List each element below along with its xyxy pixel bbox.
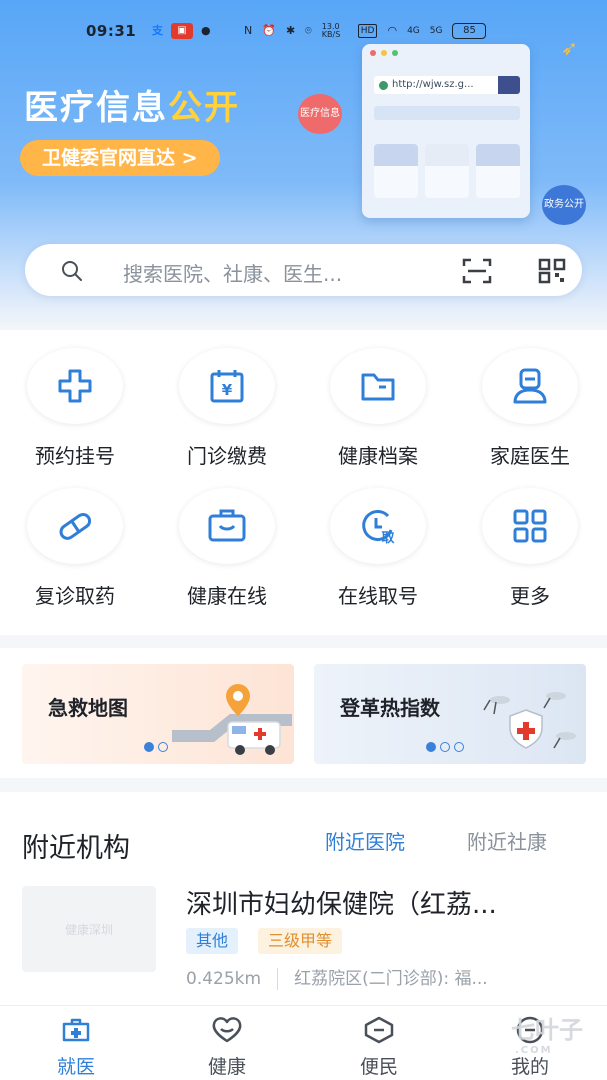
qr-code-icon[interactable] <box>538 258 566 284</box>
mosquito-shield-icon <box>483 692 576 749</box>
hospital-distance: 0.425km <box>186 969 262 989</box>
service-label: 预约挂号 <box>35 444 115 468</box>
watermark: 七叶子 .COM <box>455 1010 595 1070</box>
system-icons: N ⏰ ✱ ⌾ 13.0 KB/S HD ◠ 4G 5G 85 <box>244 22 487 39</box>
browser-url-bar: http://wjw.sz.g... <box>374 76 520 94</box>
service-online-health[interactable]: 健康在线 <box>167 488 287 609</box>
tab-convenience[interactable]: 便民 <box>329 1016 429 1079</box>
service-payment[interactable]: ¥ 门诊缴费 <box>167 348 287 469</box>
alarm-icon: ⏰ <box>262 24 276 37</box>
service-more[interactable]: 更多 <box>470 488 590 609</box>
tab-health[interactable]: 健康 <box>177 1016 277 1079</box>
gov-affairs-bubble: 政务公开 <box>542 185 586 225</box>
watermark-text: 七叶子 <box>511 1016 583 1044</box>
heart-icon <box>212 1017 242 1043</box>
hospital-name[interactable]: 深圳市妇幼保健院（红荔... <box>186 884 586 921</box>
hospital-thumbnail[interactable]: 健康深圳 <box>22 886 156 972</box>
network-speed: 13.0 KB/S <box>321 22 341 39</box>
folder-icon <box>361 373 395 401</box>
service-grid: 预约挂号 ¥ 门诊缴费 健康档案 家庭医生 复诊取药 健康在线 取 在线取号 更… <box>0 330 607 635</box>
tab-nearby-community[interactable]: 附近社康 <box>467 826 547 855</box>
service-online-queue[interactable]: 取 在线取号 <box>318 488 438 609</box>
battery-indicator: 85 <box>452 23 487 39</box>
app-badge-icon: ▣ <box>171 23 193 39</box>
dot-icon: ● <box>201 24 211 37</box>
pill-icon <box>59 512 92 540</box>
browser-content-bar <box>374 106 520 120</box>
search-icon <box>62 261 82 281</box>
hospital-cross-icon <box>58 369 92 403</box>
service-label: 更多 <box>510 584 550 608</box>
tab-nearby-hospitals[interactable]: 附近医院 <box>325 826 405 855</box>
tab-label: 就医 <box>56 1056 95 1078</box>
hero-title-accent: 公开 <box>168 88 240 128</box>
service-health-record[interactable]: 健康档案 <box>318 348 438 469</box>
svg-text:¥: ¥ <box>222 381 233 399</box>
clock-queue-icon: 取 <box>362 510 395 546</box>
service-label: 健康在线 <box>187 584 267 608</box>
service-label: 健康档案 <box>338 444 418 468</box>
signal-5g: 5G <box>429 26 443 36</box>
nfc-icon: N <box>244 24 253 37</box>
first-aid-map-banner[interactable]: 急救地图 <box>22 664 294 764</box>
watermark-domain: .COM <box>515 1045 553 1056</box>
banner-title: 急救地图 <box>48 696 128 720</box>
medical-info-bubble: 医疗信息 <box>298 94 342 134</box>
convenience-icon <box>364 1016 394 1044</box>
nearby-title: 附近机构 <box>22 833 130 864</box>
search-bar[interactable]: 搜索医院、社康、医生... <box>25 244 582 296</box>
rocket-icon: ➶ <box>561 36 578 60</box>
browser-illustration: http://wjw.sz.g... <box>362 44 530 218</box>
medical-kit-icon <box>62 1018 90 1042</box>
service-label: 家庭医生 <box>490 444 570 468</box>
tab-medical[interactable]: 就医 <box>26 1016 126 1079</box>
wifi-icon: ◠ <box>387 24 398 37</box>
hospital-type-tag: 其他 <box>186 928 239 954</box>
signal-4g: 4G <box>407 26 420 36</box>
hospital-level-tag: 三级甲等 <box>258 928 343 954</box>
payment-calendar-icon: ¥ <box>210 370 244 403</box>
service-family-doctor[interactable]: 家庭医生 <box>470 348 590 469</box>
hospital-meta: 0.425km 红荔院区(二门诊部): 福... <box>186 964 488 990</box>
thumbnail-logo-text: 健康深圳 <box>64 922 113 937</box>
service-appointment[interactable]: 预约挂号 <box>15 348 135 469</box>
service-refill[interactable]: 复诊取药 <box>15 488 135 609</box>
briefcase-icon <box>208 509 246 542</box>
promo-banners: 急救地图 登革热指数 <box>0 648 607 778</box>
browser-card <box>425 144 469 198</box>
status-bar: 09:31 支 ▣ ● N ⏰ ✱ ⌾ 13.0 KB/S HD ◠ 4G 5G… <box>0 20 607 46</box>
hd-label: HD <box>357 24 378 38</box>
hospital-address: 红荔院区(二门诊部): 福... <box>294 969 488 989</box>
browser-card <box>476 144 520 198</box>
banner-title: 登革热指数 <box>340 696 440 720</box>
hero-title: 医疗信息公开 <box>24 80 240 129</box>
notification-icons: 支 ▣ ● <box>152 23 211 39</box>
service-label: 在线取号 <box>338 584 418 608</box>
status-time: 09:31 <box>86 22 137 40</box>
tab-label: 便民 <box>359 1056 398 1078</box>
tab-label: 健康 <box>207 1056 246 1078</box>
service-label: 复诊取药 <box>35 584 115 608</box>
scan-icon[interactable] <box>462 258 492 284</box>
service-label: 门诊缴费 <box>187 444 267 468</box>
location-icon: ⌾ <box>305 24 312 37</box>
ambulance-map-icon <box>172 684 292 755</box>
browser-card <box>374 144 418 198</box>
pagination-dots <box>426 742 464 752</box>
doctor-icon <box>513 368 547 404</box>
bluetooth-icon: ✱ <box>285 24 296 37</box>
window-dots <box>370 50 398 56</box>
search-placeholder[interactable]: 搜索医院、社康、医生... <box>123 258 342 287</box>
pagination-dots <box>144 742 168 752</box>
nearby-section: 附近机构 附近医院 附近社康 健康深圳 深圳市妇幼保健院（红荔... 其他 三级… <box>0 792 607 1005</box>
hero-title-main: 医疗信息 <box>24 88 168 128</box>
grid-more-icon <box>513 509 547 543</box>
browser-url: http://wjw.sz.g... <box>392 79 474 90</box>
dengue-index-banner[interactable]: 登革热指数 <box>314 664 586 764</box>
alipay-icon: 支 <box>152 24 163 37</box>
svg-text:取: 取 <box>381 531 395 546</box>
official-site-button[interactable]: 卫健委官网直达 > <box>20 140 220 176</box>
